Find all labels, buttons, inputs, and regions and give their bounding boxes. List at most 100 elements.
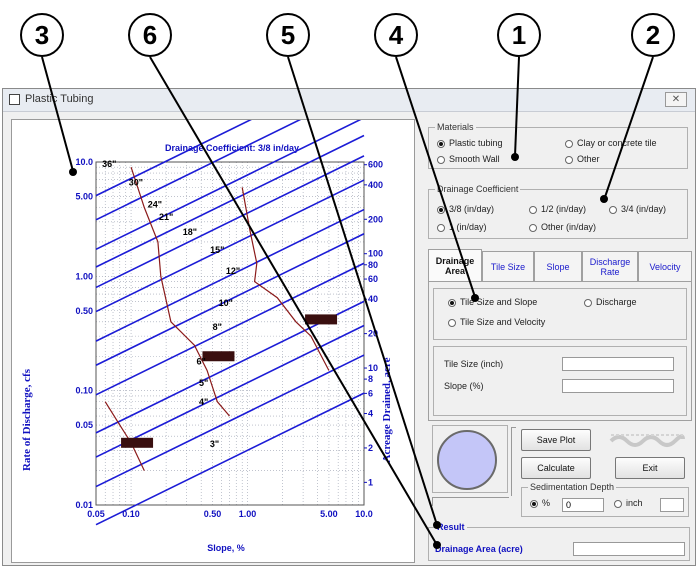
tab-velocity[interactable]: Velocity <box>638 251 692 281</box>
tab-drainage-area[interactable]: Drainage Area <box>428 249 482 281</box>
acre-tick-label: 1 <box>368 477 373 487</box>
slope-input[interactable] <box>562 379 674 393</box>
label-clay-concrete: Clay or concrete tile <box>577 138 657 148</box>
tile-size-label: 30" <box>129 178 143 188</box>
radio-coef-1[interactable] <box>437 224 445 232</box>
radio-coef-3-8[interactable] <box>437 206 445 214</box>
acre-tick-label: 60 <box>368 274 378 284</box>
pipe-circle-icon <box>437 430 497 490</box>
velocity-curve-2 <box>241 187 330 371</box>
acre-tick-label: 6 <box>368 388 373 398</box>
materials-group: Materials Plastic tubing Clay or concret… <box>428 122 688 169</box>
chart-panel: Drainage Coefficient: 3/8 in/day Slope, … <box>11 119 415 563</box>
y-tick-label: 0.10 <box>75 386 93 396</box>
tile-size-label: 18" <box>183 227 197 237</box>
x-tick-label: 5.00 <box>320 509 338 519</box>
radio-coef-1-2[interactable] <box>529 206 537 214</box>
label-coef-1-2: 1/2 (in/day) <box>541 204 587 214</box>
calc-tabs: Drainage Area Tile Size Slope Discharge … <box>428 249 692 421</box>
calculate-button[interactable]: Calculate <box>521 457 591 479</box>
app-window: Plastic Tubing ✕ Drainage Coefficient: 3… <box>2 88 696 566</box>
radio-tile-size-slope[interactable] <box>448 299 456 307</box>
pipe-preview <box>432 425 508 493</box>
radio-other-material[interactable] <box>565 156 573 164</box>
y-tick-label: 1.00 <box>75 271 93 281</box>
label-discharge: Discharge <box>596 297 637 307</box>
y-tick-label: 0.01 <box>75 500 93 510</box>
value-marker-1 <box>202 351 235 362</box>
callout-1: 1 <box>497 13 541 57</box>
radio-clay-concrete[interactable] <box>565 140 573 148</box>
tile-size-label: 36" <box>102 159 116 169</box>
acre-axis-label: Acreage Drained, acre <box>381 357 393 462</box>
acre-tick-label: 40 <box>368 294 378 304</box>
acre-tick-label: 10 <box>368 363 378 373</box>
callout-5: 5 <box>266 13 310 57</box>
window-title: Plastic Tubing <box>25 93 94 105</box>
label-plastic-tubing: Plastic tubing <box>449 138 503 148</box>
radio-sed-inch[interactable] <box>614 500 622 508</box>
tile-size-input[interactable] <box>562 357 674 371</box>
tile-size-label: 10" <box>219 298 233 308</box>
save-plot-button[interactable]: Save Plot <box>521 429 591 451</box>
radio-coef-3-4[interactable] <box>609 206 617 214</box>
x-tick-label: 10.0 <box>355 509 373 519</box>
y-tick-label: 0.50 <box>75 306 93 316</box>
app-icon <box>9 94 20 105</box>
label-smooth-wall: Smooth Wall <box>449 154 500 164</box>
tab-slope[interactable]: Slope <box>534 251 582 281</box>
result-legend: Result <box>435 522 467 532</box>
preview-slider[interactable] <box>432 497 509 506</box>
inputs-group: Tile Size (inch) Slope (%) <box>433 346 687 416</box>
tile-size-label: 5" <box>199 378 208 388</box>
title-bar: Plastic Tubing ✕ <box>3 89 695 112</box>
tile-size-label: 12" <box>226 266 240 276</box>
radio-plastic-tubing[interactable] <box>437 140 445 148</box>
y-tick-label: 0.05 <box>75 420 93 430</box>
preview-scrollbar[interactable] <box>511 427 516 496</box>
acre-tick-label: 20 <box>368 329 378 339</box>
callout-2: 2 <box>631 13 675 57</box>
radio-coef-other[interactable] <box>529 224 537 232</box>
acre-tick-label: 8 <box>368 374 373 384</box>
tile-size-label: 6" <box>197 356 206 366</box>
result-label: Drainage Area (acre) <box>435 544 523 554</box>
sedimentation-inch-input[interactable] <box>660 498 684 512</box>
y-tick-label: 5.00 <box>75 191 93 201</box>
close-icon[interactable]: ✕ <box>665 92 687 107</box>
acre-tick-label: 200 <box>368 214 383 224</box>
sedimentation-legend: Sedimentation Depth <box>528 482 617 492</box>
exit-button[interactable]: Exit <box>615 457 685 479</box>
x-tick-label: 0.05 <box>87 509 105 519</box>
tile-size-label: 4" <box>199 397 208 407</box>
tile-size-label: 24" <box>148 199 162 209</box>
tab-discharge-rate[interactable]: Discharge Rate <box>582 251 638 281</box>
radio-smooth-wall[interactable] <box>437 156 445 164</box>
label-sed-percent: % <box>542 498 551 508</box>
acre-tick-label: 400 <box>368 180 383 190</box>
value-marker-0 <box>121 437 154 448</box>
tile-line-21 <box>95 134 365 268</box>
tile-size-label: 3" <box>210 439 219 449</box>
label-other-material: Other <box>577 154 600 164</box>
y-axis-label: Rate of Discharge, cfs <box>21 368 33 471</box>
radio-sed-percent[interactable] <box>530 500 538 508</box>
callout-6: 6 <box>128 13 172 57</box>
x-tick-label: 0.50 <box>204 509 222 519</box>
label-coef-3-4: 3/4 (in/day) <box>621 204 667 214</box>
radio-tile-size-velocity[interactable] <box>448 319 456 327</box>
tab-panel-drainage-area: Tile Size and Slope Discharge Tile Size … <box>428 281 692 421</box>
sedimentation-input[interactable]: 0 <box>562 498 604 512</box>
sedimentation-group: Sedimentation Depth % 0 inch <box>521 482 689 517</box>
tile-size-label: 8" <box>213 322 222 332</box>
label-coef-other: Other (in/day) <box>541 222 597 232</box>
tile-size-label: 21" <box>159 212 173 222</box>
drainage-coefficient-legend: Drainage Coefficient <box>435 184 521 194</box>
result-output <box>573 542 685 556</box>
acre-tick-label: 4 <box>368 409 373 419</box>
tab-tile-size[interactable]: Tile Size <box>482 251 534 281</box>
tile-line-30 <box>95 120 302 221</box>
value-marker-2 <box>305 314 338 325</box>
radio-discharge[interactable] <box>584 299 592 307</box>
label-coef-1: 1 (in/day) <box>449 222 487 232</box>
